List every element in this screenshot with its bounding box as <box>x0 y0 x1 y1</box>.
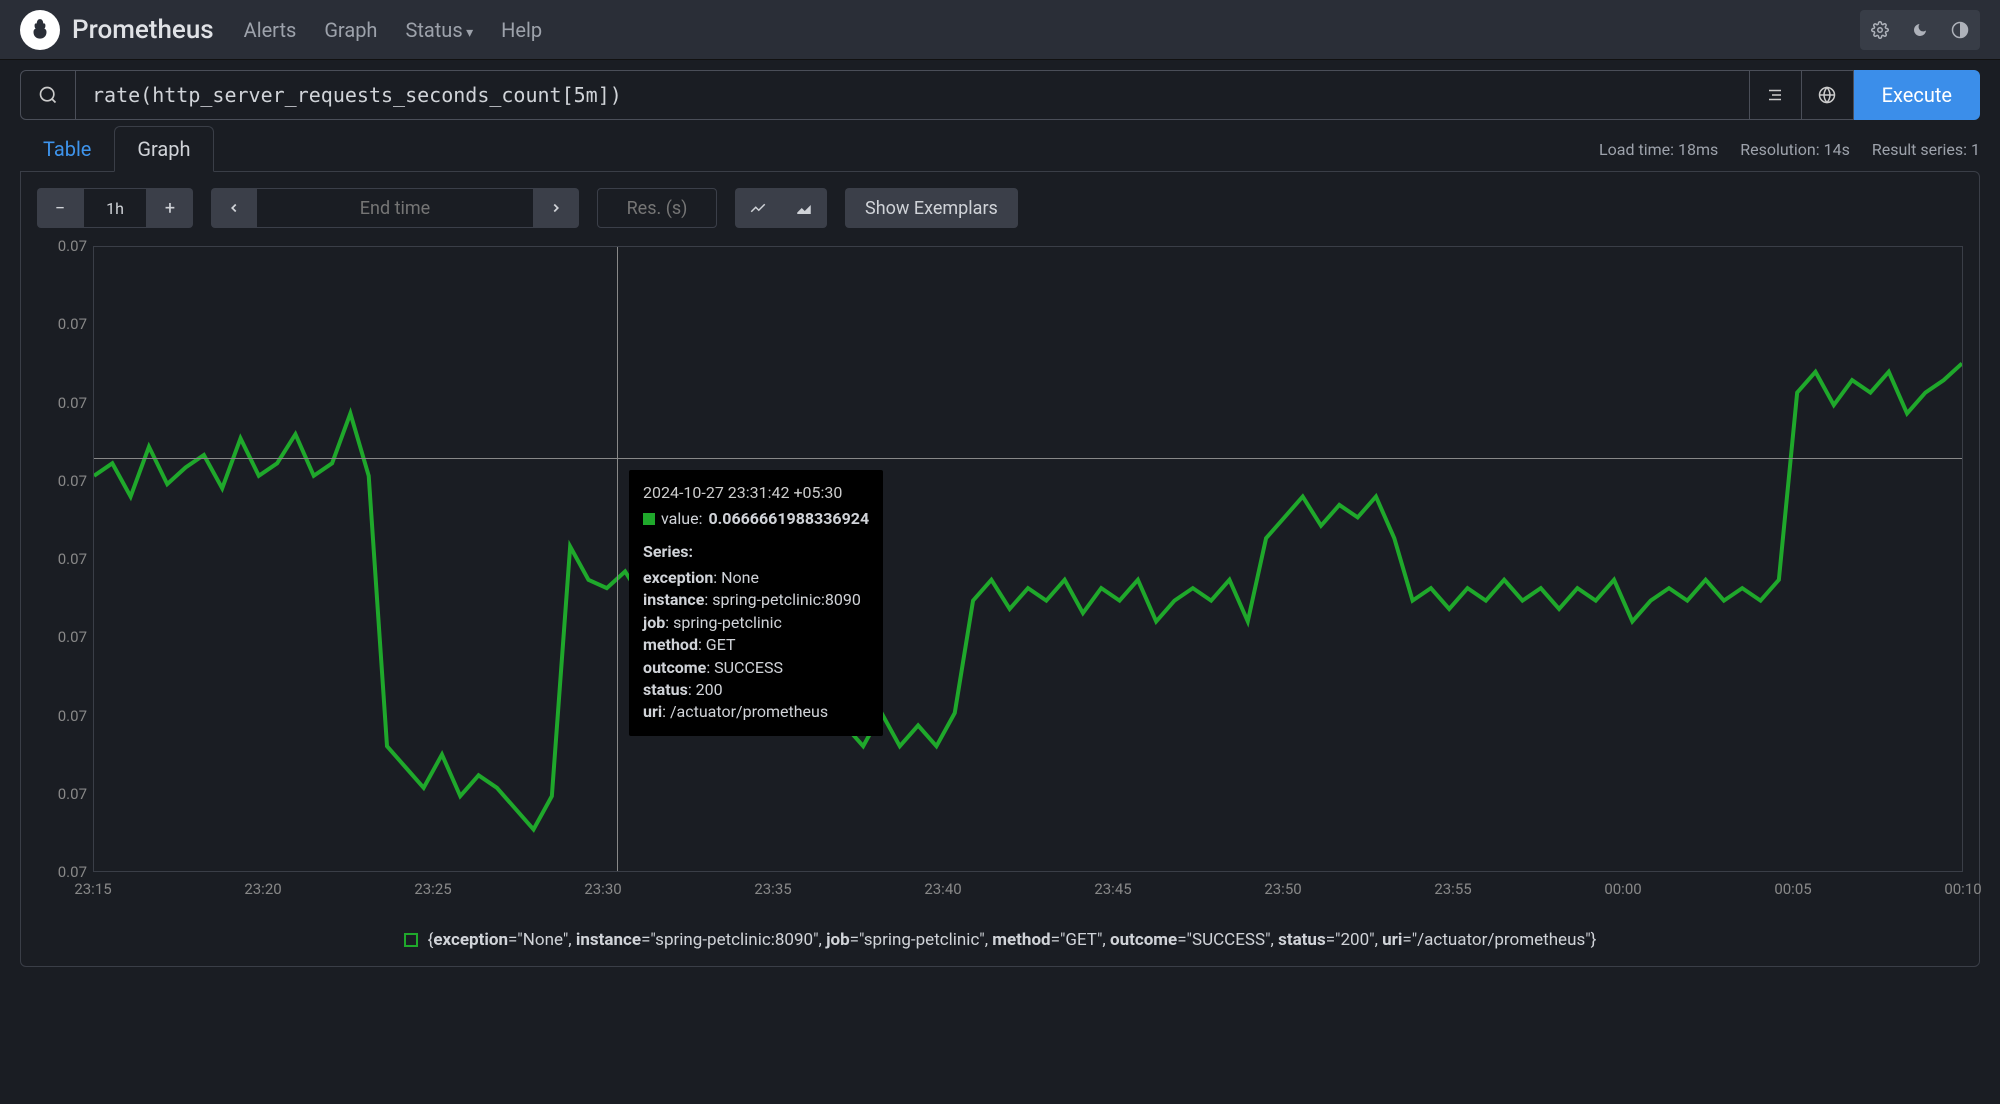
prometheus-logo-icon <box>20 10 60 50</box>
chart-type-group <box>735 188 827 228</box>
range-group: − 1h + <box>37 188 193 228</box>
gear-icon[interactable] <box>1860 10 1900 50</box>
crosshair-vertical <box>617 247 618 871</box>
legend[interactable]: {exception="None", instance="spring-petc… <box>37 930 1963 950</box>
contrast-icon[interactable] <box>1940 10 1980 50</box>
stat-resolution: Resolution: 14s <box>1740 140 1850 159</box>
nav-graph[interactable]: Graph <box>324 18 377 42</box>
tooltip-labels: exception: Noneinstance: spring-petclini… <box>643 567 869 724</box>
navbar: Prometheus Alerts Graph Status Help <box>0 0 2000 60</box>
metrics-explorer-button[interactable] <box>20 70 76 120</box>
stat-result-series: Result series: 1 <box>1872 140 1980 159</box>
tab-table[interactable]: Table <box>20 126 114 172</box>
globe-icon[interactable] <box>1802 70 1854 120</box>
result-tabs: Table Graph <box>20 126 214 172</box>
nav-links: Alerts Graph Status Help <box>244 18 542 42</box>
resolution-input[interactable] <box>597 188 717 228</box>
tooltip-swatch <box>643 513 655 525</box>
range-decrease-button[interactable]: − <box>37 188 83 228</box>
range-value[interactable]: 1h <box>83 188 147 228</box>
legend-swatch <box>404 933 418 947</box>
nav-status[interactable]: Status <box>405 18 473 42</box>
line-chart-icon[interactable] <box>735 188 781 228</box>
info-row: Table Graph Load time: 18ms Resolution: … <box>20 126 1980 172</box>
tooltip-timestamp: 2024-10-27 23:31:42 +05:30 <box>643 482 869 504</box>
query-row: Execute <box>20 70 1980 120</box>
moon-icon[interactable] <box>1900 10 1940 50</box>
chart-tooltip: 2024-10-27 23:31:42 +05:30 value: 0.0666… <box>629 470 883 736</box>
show-exemplars-button[interactable]: Show Exemplars <box>845 188 1018 228</box>
nav-alerts[interactable]: Alerts <box>244 18 297 42</box>
tooltip-value: 0.0666661988336924 <box>708 508 869 530</box>
graph-panel: − 1h + Show <box>20 171 1980 967</box>
execute-button[interactable]: Execute <box>1854 70 1980 120</box>
crosshair-horizontal <box>94 458 1962 459</box>
time-back-button[interactable] <box>211 188 257 228</box>
endtime-input[interactable] <box>257 188 533 228</box>
time-forward-button[interactable] <box>533 188 579 228</box>
query-stats: Load time: 18ms Resolution: 14s Result s… <box>1599 140 1980 159</box>
nav-right <box>1860 10 1980 50</box>
x-axis-labels: 23:1523:2023:2523:3023:3523:4023:4523:50… <box>93 876 1963 906</box>
stat-load-time: Load time: 18ms <box>1599 140 1718 159</box>
tooltip-value-label: value: <box>661 508 702 530</box>
plot-area[interactable]: 2024-10-27 23:31:42 +05:30 value: 0.0666… <box>93 246 1963 872</box>
format-query-button[interactable] <box>1750 70 1802 120</box>
brand-text: Prometheus <box>72 15 214 45</box>
chart-area[interactable]: 0.070.070.070.070.070.070.070.070.07 202… <box>47 246 1963 906</box>
expression-input[interactable] <box>76 70 1750 120</box>
range-increase-button[interactable]: + <box>147 188 193 228</box>
tab-graph[interactable]: Graph <box>114 126 213 172</box>
nav-help[interactable]: Help <box>501 18 542 42</box>
tooltip-series-header: Series: <box>643 541 869 563</box>
y-axis-labels: 0.070.070.070.070.070.070.070.070.07 <box>47 246 93 872</box>
stacked-chart-icon[interactable] <box>781 188 827 228</box>
legend-text: {exception="None", instance="spring-petc… <box>428 930 1597 950</box>
graph-toolbar: − 1h + Show <box>37 188 1963 228</box>
endtime-group <box>211 188 579 228</box>
brand-wrap[interactable]: Prometheus <box>20 10 214 50</box>
